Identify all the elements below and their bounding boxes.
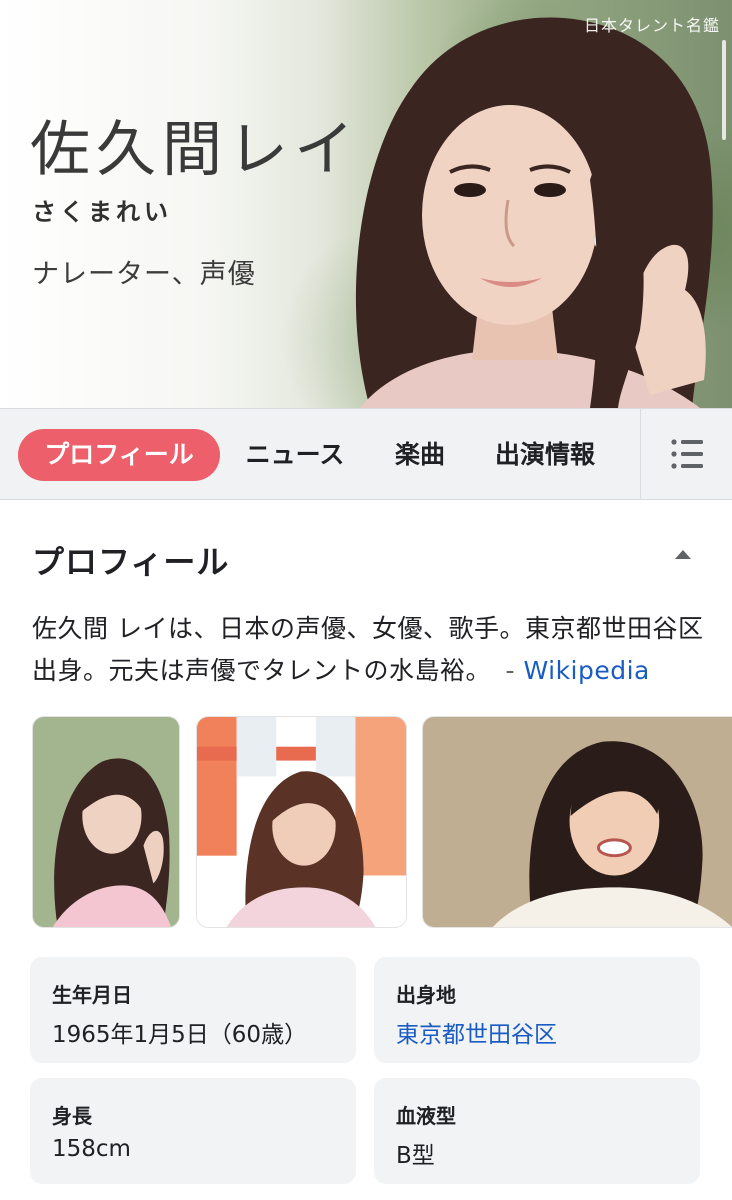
collapse-button[interactable] [668,539,698,569]
photo-thumbnail-1[interactable] [32,716,180,928]
fact-card-birthplace: 出身地 東京都世田谷区 [374,957,700,1063]
section-title: プロフィール [32,543,230,581]
tab-songs[interactable]: 楽曲 [382,429,458,481]
photo-image [197,717,406,927]
photo-image [423,717,732,927]
triangle-up-icon [675,550,691,559]
hero-scrollbar [722,40,726,140]
profile-description: 佐久間 レイは、日本の声優、女優、歌手。東京都世田谷区出身。元夫は声優でタレント… [32,608,704,692]
fact-card-blood-type: 血液型 B型 [374,1078,700,1184]
fact-value: 158cm [52,1136,131,1162]
fact-card-height: 身長 158cm [30,1078,356,1184]
tab-profile[interactable]: プロフィール [18,429,220,481]
hero-portrait[interactable] [300,0,732,408]
fact-value: 1965年1月5日（60歳） [52,1022,308,1048]
fact-label: 出身地 [396,983,456,1007]
tab-appearances[interactable]: 出演情報 [482,429,608,481]
person-name: 佐久間レイ [30,115,360,185]
tab-bar: プロフィール ニュース 楽曲 出演情報 [0,408,732,500]
tab-menu-button[interactable] [641,409,732,499]
tab-news[interactable]: ニュース [236,429,354,481]
birthplace-link[interactable]: 東京都世田谷区 [396,1015,557,1049]
profile-section-header[interactable]: プロフィール [32,533,700,581]
photo-thumbnail-2[interactable] [196,716,407,928]
photo-image [33,717,179,927]
hero-banner: 日本タレント名鑑 佐久間レイ さくまれい ナレーター、声優 [0,0,732,408]
person-name-reading: さくまれい [32,198,172,226]
photo-thumbnail-3[interactable] [422,716,732,928]
source-separator: - [505,656,515,685]
wikipedia-link[interactable]: Wikipedia [523,656,649,685]
list-icon [671,439,703,469]
image-credit: 日本タレント名鑑 [583,16,720,35]
fact-card-birthdate: 生年月日 1965年1月5日（60歳） [30,957,356,1063]
person-occupation: ナレーター、声優 [32,259,256,290]
fact-label: 生年月日 [52,983,132,1007]
fact-label: 血液型 [396,1104,456,1128]
fact-label: 身長 [52,1104,92,1128]
fact-value: B型 [396,1143,435,1169]
